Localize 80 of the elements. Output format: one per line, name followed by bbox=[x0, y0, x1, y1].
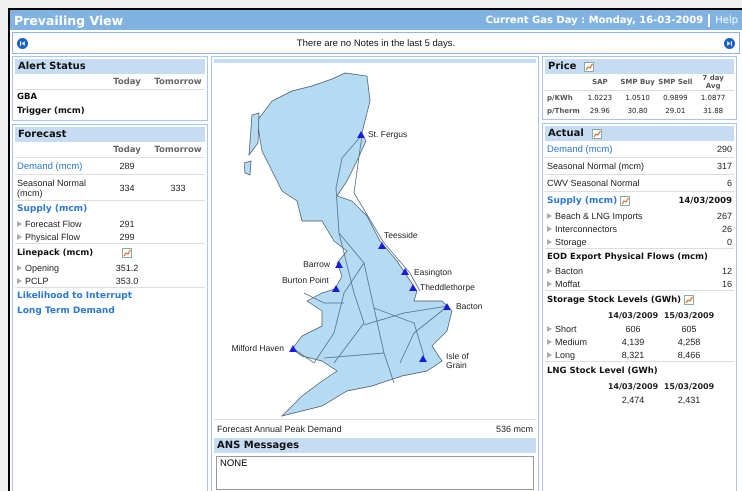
column-header: Tomorrow bbox=[153, 144, 203, 154]
table-cell-text: 4,258 bbox=[676, 336, 702, 346]
row-label: Medium bbox=[555, 336, 588, 346]
section-label: LNG Stock Level (GWh) bbox=[547, 366, 659, 376]
row-label: Long bbox=[555, 350, 576, 360]
column-header: 14/03/2009 bbox=[606, 382, 660, 390]
column-header: Today bbox=[112, 144, 142, 154]
demand-link[interactable]: Demand (mcm) bbox=[17, 160, 103, 172]
panel-title: Alert Status bbox=[15, 59, 205, 74]
row-label: Beach & LNG Imports bbox=[555, 210, 643, 220]
table-cell-text: 6 bbox=[726, 178, 732, 188]
terminal-label: Barrow bbox=[303, 260, 330, 270]
peak-demand-value: 536 mcm bbox=[496, 424, 533, 434]
section-label: EOD Export Physical Flows (mcm) bbox=[547, 252, 709, 262]
section-label: Linepack (mcm) bbox=[17, 248, 94, 258]
row-label: Short bbox=[555, 324, 577, 334]
help-link[interactable]: Help bbox=[715, 14, 738, 26]
row-label: Physical Flow bbox=[25, 232, 80, 242]
panel-title: Actual bbox=[548, 128, 584, 139]
table-cell-text: 8,321 bbox=[620, 350, 646, 360]
row-label: Forecast Flow bbox=[25, 218, 82, 228]
supply-link[interactable]: Supply (mcm) bbox=[547, 196, 618, 206]
table-cell-text: 334 bbox=[118, 182, 136, 192]
demand-link[interactable]: Demand (mcm) bbox=[547, 144, 692, 154]
report-link[interactable]: Likelihood to Interrupt bbox=[17, 290, 203, 300]
table-cell-text: 2,474 bbox=[620, 394, 646, 404]
table-cell-text: 289 bbox=[118, 161, 136, 171]
terminal-label: Teesside bbox=[384, 231, 418, 240]
table-cell-text: 299 bbox=[118, 232, 136, 242]
notes-message: There are no Notes in the last 5 days. bbox=[296, 38, 456, 48]
table-cell-text: 8,466 bbox=[676, 350, 702, 360]
supply-link[interactable]: Supply (mcm) bbox=[17, 204, 103, 214]
table-cell-text: 26 bbox=[720, 224, 732, 234]
row-label: Interconnectors bbox=[555, 224, 618, 234]
section-label: Storage Stock Levels (GWh) bbox=[547, 294, 682, 304]
row-label: Seasonal Normal (mcm) bbox=[547, 161, 646, 171]
table-cell-text: 351.2 bbox=[114, 262, 140, 272]
terminal-label: Bacton bbox=[456, 302, 482, 312]
table-cell-text: 12 bbox=[720, 266, 732, 276]
row-label: Moffat bbox=[555, 278, 580, 288]
terminal-label: Theddlethorpe bbox=[420, 283, 475, 292]
table-cell-text: 4,139 bbox=[620, 336, 646, 346]
row-label: Opening bbox=[25, 262, 60, 272]
page-title: Prevailing View bbox=[14, 12, 124, 28]
messages-box[interactable]: NONE bbox=[216, 456, 534, 490]
table-cell-text: 267 bbox=[716, 210, 732, 220]
peak-demand-label: Forecast Annual Peak Demand bbox=[217, 424, 342, 434]
report-link[interactable]: Long Term Demand bbox=[17, 306, 203, 316]
panel-title: ANS Messages bbox=[214, 438, 536, 454]
table-cell-text: 291 bbox=[118, 218, 136, 228]
row-label: Seasonal Normal (mcm) bbox=[17, 178, 88, 198]
row-label: GBA bbox=[17, 92, 38, 102]
column-header: Today bbox=[112, 76, 142, 86]
column-header: Tomorrow bbox=[153, 76, 203, 86]
row-label: PCLP bbox=[25, 276, 49, 286]
table-cell-text: 16 bbox=[720, 278, 732, 288]
table-cell-text: 0 bbox=[726, 236, 732, 246]
panel-title: Price bbox=[548, 61, 576, 72]
terminal-label: Milford Haven bbox=[232, 344, 284, 354]
row-label: Trigger (mcm) bbox=[17, 106, 86, 116]
column-header: 15/03/2009 bbox=[662, 310, 716, 320]
table-cell-text: 290 bbox=[716, 144, 732, 154]
date-header: 14/03/2009 bbox=[677, 196, 732, 206]
column-header: 15/03/2009 bbox=[662, 382, 716, 390]
terminal-label: Isle of Grain bbox=[446, 352, 470, 371]
column-header: 14/03/2009 bbox=[606, 310, 660, 320]
row-label: Bacton bbox=[555, 266, 584, 276]
terminal-label: Easington bbox=[414, 268, 452, 278]
row-label: Storage bbox=[555, 236, 587, 246]
table-cell-text: 605 bbox=[680, 324, 698, 334]
table-cell-text: 2,431 bbox=[676, 394, 702, 404]
table-cell-text: 606 bbox=[624, 324, 642, 334]
gas-day: Current Gas Day : Monday, 16-03-2009 bbox=[486, 14, 704, 26]
terminal-label: Burton Point bbox=[282, 276, 329, 286]
table-cell-text: 317 bbox=[716, 161, 732, 171]
terminal-label: St. Fergus bbox=[368, 130, 408, 140]
table-cell-text: 333 bbox=[169, 182, 187, 192]
panel-title: Forecast bbox=[15, 127, 205, 142]
table-cell-text: 353.0 bbox=[114, 276, 140, 286]
row-label: CWV Seasonal Normal bbox=[547, 178, 641, 188]
